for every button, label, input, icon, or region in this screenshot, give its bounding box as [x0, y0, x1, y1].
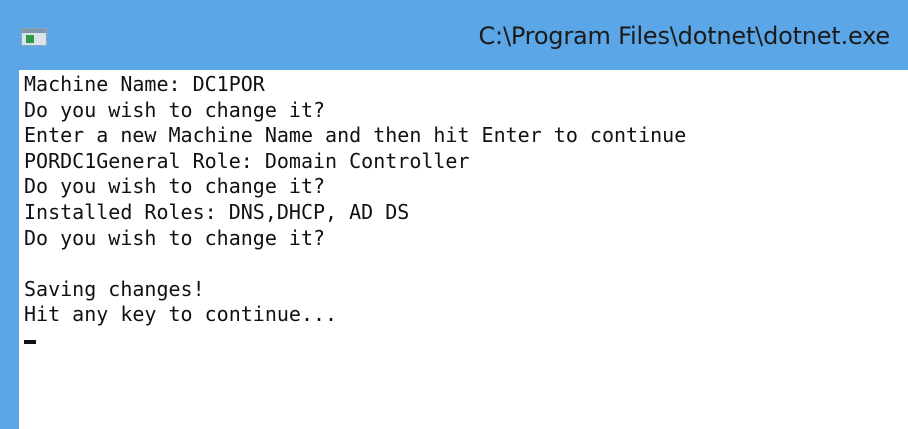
console-line: Machine Name: DC1POR [24, 72, 265, 96]
icon-glyph [26, 35, 34, 43]
console-line: Do you wish to change it? [24, 174, 326, 199]
icon-title-strip [22, 29, 46, 33]
console-window: C:\Program Files\dotnet\dotnet.exe Machi… [0, 0, 908, 429]
console-line: PORDC1General Role: Domain Controller [24, 148, 470, 173]
window-title: C:\Program Files\dotnet\dotnet.exe [478, 22, 891, 50]
console-line: Do you wish to change it? [24, 97, 326, 122]
console-line: Do you wish to change it? [24, 225, 326, 250]
console-line: Enter a new Machine Name and then hit En… [24, 123, 687, 148]
console-line: Installed Roles: DNS,DHCP, AD DS [24, 199, 410, 224]
console-output[interactable]: Machine Name: DC1POR Do you wish to chan… [19, 70, 908, 429]
title-bar[interactable]: C:\Program Files\dotnet\dotnet.exe [0, 0, 908, 70]
text-cursor [24, 339, 36, 344]
console-line: Hit any key to continue... [24, 302, 338, 327]
console-line: Saving changes! [24, 276, 205, 301]
console-line-empty [24, 251, 908, 277]
console-app-icon[interactable] [21, 28, 47, 46]
